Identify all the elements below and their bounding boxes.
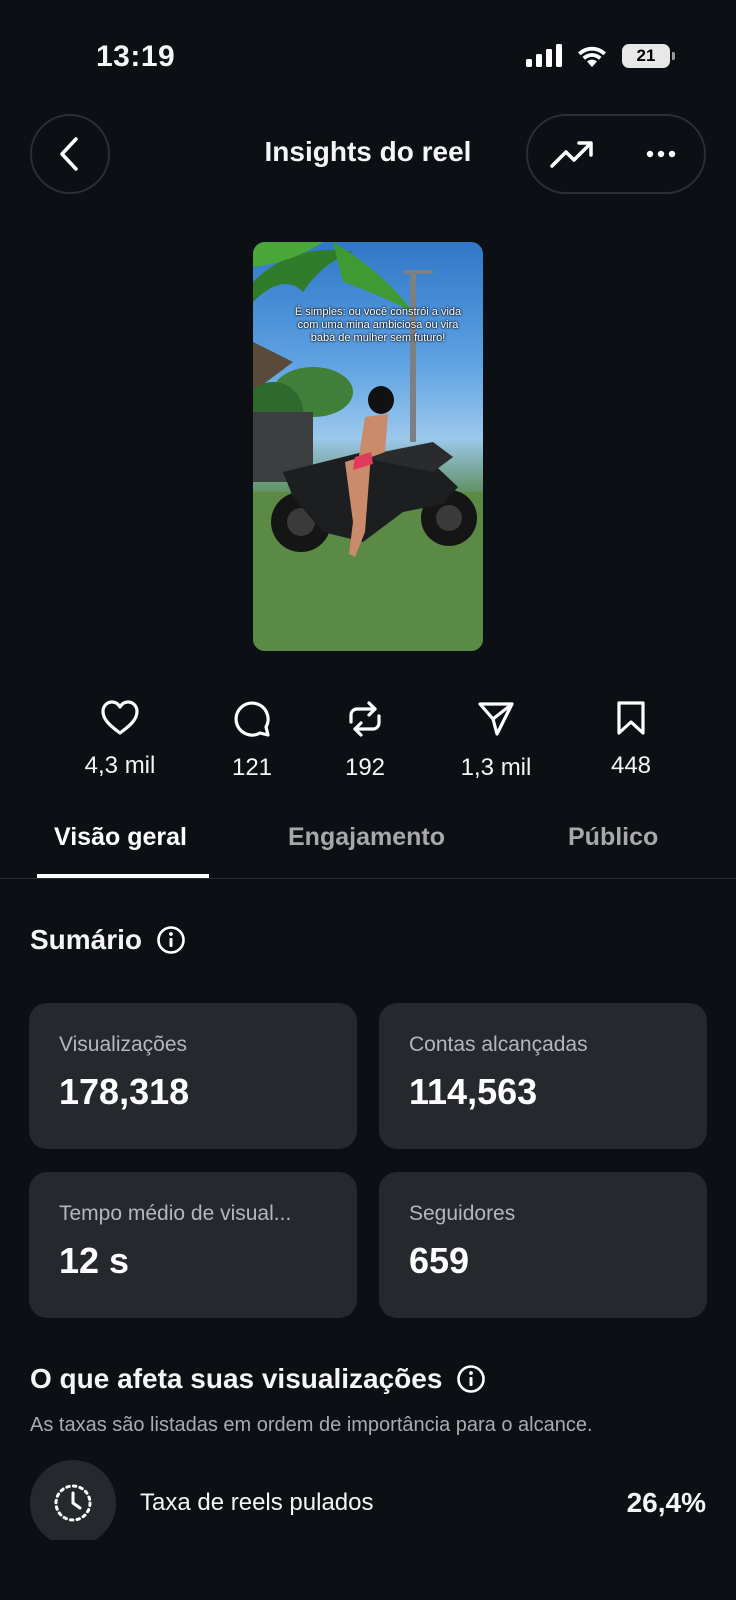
wifi-icon xyxy=(578,46,606,67)
skip-rate-icon-wrap xyxy=(30,1460,116,1546)
heart-icon xyxy=(101,700,139,735)
info-icon[interactable] xyxy=(156,925,186,955)
trending-up-icon[interactable] xyxy=(550,139,594,169)
avg-watch-time-card[interactable]: Tempo médio de visual... 12 s xyxy=(29,1172,357,1318)
avg-watch-time-label: Tempo médio de visual... xyxy=(59,1202,292,1225)
tab-audience[interactable]: Público xyxy=(568,823,658,852)
tab-overview[interactable]: Visão geral xyxy=(54,823,187,852)
tab-engagement[interactable]: Engajamento xyxy=(288,823,445,852)
likes-count: 4,3 mil xyxy=(84,752,156,779)
battery-level: 21 xyxy=(636,46,656,65)
accounts-reached-value: 114,563 xyxy=(409,1071,538,1112)
saves-stat: 448 xyxy=(556,700,706,780)
timer-icon xyxy=(54,1484,92,1522)
status-icons: 21 xyxy=(526,44,675,68)
info-icon[interactable] xyxy=(456,1364,486,1394)
saves-count: 448 xyxy=(610,752,652,779)
followers-card[interactable]: Seguidores 659 xyxy=(379,1172,707,1318)
followers-label: Seguidores xyxy=(409,1202,516,1225)
reposts-count: 192 xyxy=(344,754,386,781)
views-value: 178,318 xyxy=(59,1071,190,1112)
affects-header: O que afeta suas visualizações xyxy=(30,1363,486,1395)
bottom-edge xyxy=(0,1540,736,1600)
more-options-icon[interactable] xyxy=(646,150,676,158)
affects-subtitle: As taxas são listadas em ordem de import… xyxy=(30,1414,593,1436)
likes-stat: 4,3 mil xyxy=(45,700,195,780)
reel-thumbnail-image xyxy=(253,242,483,651)
repost-icon xyxy=(349,701,381,737)
affects-title: O que afeta suas visualizações xyxy=(30,1363,443,1394)
reel-thumbnail[interactable]: É simples: ou você constrói a vida com u… xyxy=(253,242,483,651)
cellular-signal-icon xyxy=(526,44,562,67)
skip-rate-value: 26,4% xyxy=(626,1487,706,1518)
skip-rate-row[interactable]: Taxa de reels pulados 26,4% xyxy=(30,1460,706,1546)
tabs-divider xyxy=(0,878,736,879)
views-label: Visualizações xyxy=(59,1033,188,1056)
summary-title: Sumário xyxy=(30,924,143,955)
status-time: 13:19 xyxy=(96,40,176,73)
reposts-stat: 192 xyxy=(290,700,440,782)
battery-icon: 21 xyxy=(622,44,675,68)
bookmark-icon xyxy=(617,701,645,735)
send-icon xyxy=(478,702,514,736)
shares-stat: 1,3 mil xyxy=(421,700,571,782)
skip-rate-label: Taxa de reels pulados xyxy=(140,1489,374,1516)
accounts-reached-label: Contas alcançadas xyxy=(409,1033,588,1056)
comment-icon xyxy=(234,701,270,737)
engagement-stats: 4,3 mil 121 192 1,3 mil 448 xyxy=(0,700,736,782)
header-actions xyxy=(526,114,706,194)
reel-caption: É simples: ou você constrói a vida com u… xyxy=(294,306,462,344)
accounts-reached-card[interactable]: Contas alcançadas 114,563 xyxy=(379,1003,707,1149)
summary-header: Sumário xyxy=(30,924,186,956)
followers-value: 659 xyxy=(409,1240,470,1281)
avg-watch-time-value: 12 s xyxy=(59,1240,130,1281)
shares-count: 1,3 mil xyxy=(460,754,532,781)
views-card[interactable]: Visualizações 178,318 xyxy=(29,1003,357,1149)
